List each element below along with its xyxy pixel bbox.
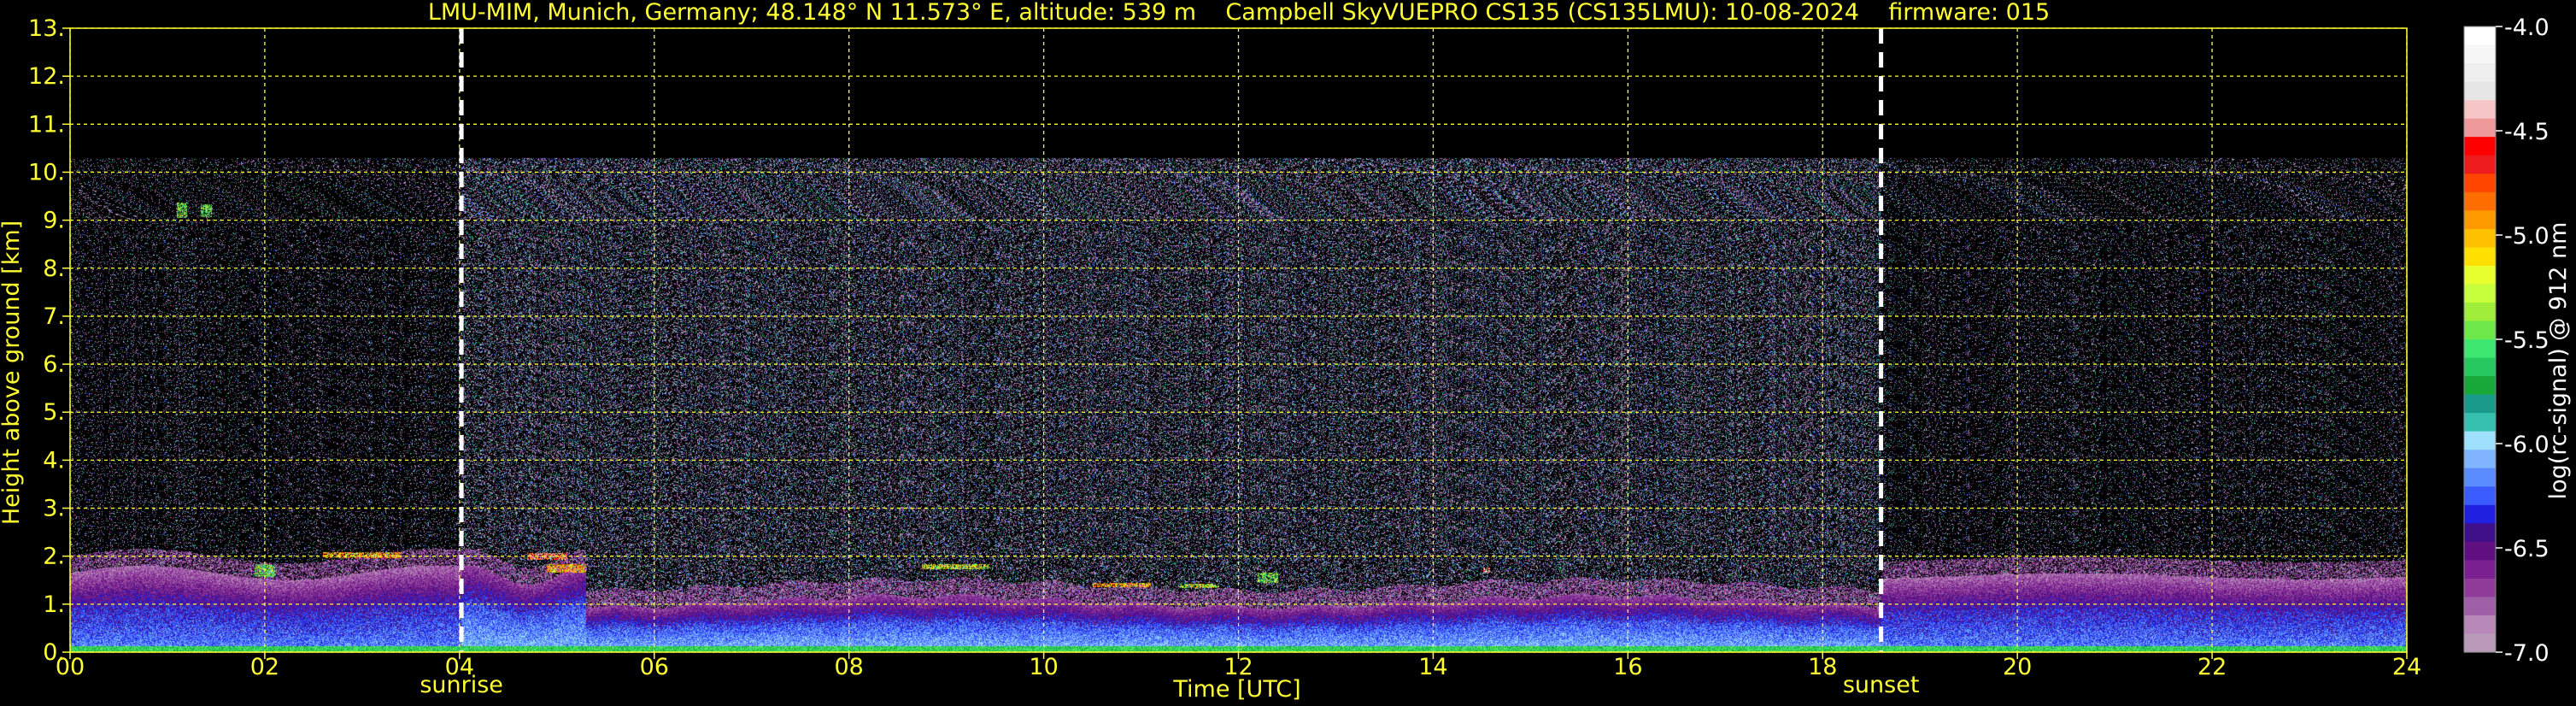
x-tick-label: 18	[1808, 654, 1837, 680]
y-tick-label: 7.	[43, 303, 65, 330]
x-tick-label: 14	[1418, 654, 1447, 680]
x-tick-label: 20	[2003, 654, 2032, 680]
y-tick-label: 4.	[43, 447, 65, 474]
colorbar-tick-label: -6.0	[2504, 432, 2550, 458]
colorbar-segment	[2464, 137, 2496, 156]
colorbar-segment	[2464, 376, 2496, 396]
colorbar-segment	[2464, 560, 2496, 580]
colorbar-segment	[2464, 228, 2496, 248]
colorbar-segment	[2464, 118, 2496, 138]
x-tick-label: 00	[56, 654, 85, 680]
colorbar-segment	[2464, 321, 2496, 340]
y-tick-label: 9.	[43, 208, 65, 234]
colorbar-segment	[2464, 155, 2496, 174]
colorbar-tick-label: -7.0	[2504, 640, 2550, 667]
x-tick-label: 06	[640, 654, 669, 680]
colorbar-segment	[2464, 357, 2496, 377]
colorbar-segment	[2464, 44, 2496, 64]
colorbar-segment	[2464, 394, 2496, 414]
colorbar-segment	[2464, 431, 2496, 450]
colorbar-segment	[2464, 523, 2496, 543]
colorbar-segment	[2464, 81, 2496, 101]
y-tick-label: 1.	[43, 591, 65, 618]
x-axis-label: Time [UTC]	[1172, 676, 1300, 703]
heatmap-image	[70, 28, 2407, 652]
plot-area: sunrise sunset	[69, 27, 2408, 698]
y-tick-label: 5.	[43, 399, 65, 426]
colorbar-segment	[2464, 210, 2496, 230]
y-axis-label: Height above ground [km]	[0, 221, 25, 525]
colorbar-tick-label: -4.5	[2504, 119, 2550, 145]
colorbar-segment	[2464, 615, 2496, 635]
y-tick-label: 10.	[28, 159, 65, 185]
chart-title: LMU-MIM, Munich, Germany; 48.148° N 11.5…	[428, 0, 2050, 26]
x-tick-label: 24	[2392, 654, 2421, 680]
x-tick-label: 08	[834, 654, 863, 680]
y-tick-label: 2.	[43, 544, 65, 570]
colorbar-segment	[2464, 450, 2496, 469]
colorbar-label: log(rc-signal) @ 912 nm	[2545, 222, 2572, 500]
colorbar-segment	[2464, 486, 2496, 506]
sunset-label: sunset	[1843, 672, 1920, 698]
colorbar-segment	[2464, 26, 2496, 46]
y-tick-label: 6.	[43, 351, 65, 378]
colorbar-segment	[2464, 633, 2496, 653]
colorbar-tick-label: -6.5	[2504, 536, 2550, 562]
colorbar-segment	[2464, 191, 2496, 211]
colorbar-segment	[2464, 541, 2496, 561]
y-tick-label: 3.	[43, 496, 65, 522]
x-tick-label: 16	[1613, 654, 1642, 680]
colorbar-segment	[2464, 63, 2496, 83]
colorbar-segment	[2464, 302, 2496, 322]
x-tick-label: 10	[1029, 654, 1058, 680]
x-tick-label: 22	[2198, 654, 2227, 680]
colorbar-segment	[2464, 265, 2496, 285]
colorbar-segment	[2464, 597, 2496, 616]
colorbar-segment	[2464, 339, 2496, 359]
colorbar-segment	[2464, 247, 2496, 267]
colorbar-tick-label: -5.0	[2504, 223, 2550, 250]
y-tick-label: 8.	[43, 256, 65, 282]
colorbar-segment	[2464, 284, 2496, 303]
x-tick-label: 02	[250, 654, 279, 680]
colorbar-segment	[2464, 578, 2496, 598]
colorbar-segment	[2464, 504, 2496, 524]
x-tick-label: 04	[445, 654, 474, 680]
y-tick-label: 11.	[28, 111, 65, 138]
colorbar-tick-label: -4.0	[2504, 15, 2550, 41]
colorbar-tick-label: -5.5	[2504, 327, 2550, 354]
backscatter-heatmap	[70, 28, 2407, 652]
colorbar-segment	[2464, 468, 2496, 487]
colorbar-segment	[2464, 413, 2496, 432]
ceilometer-chart: sunrise sunset 0.1.2.3.4.5.6.7.8.9.10.11.…	[0, 0, 2576, 706]
y-tick-label: 12.	[28, 63, 65, 90]
colorbar-segment	[2464, 174, 2496, 193]
y-tick-label: 13.	[28, 15, 65, 42]
colorbar-segment	[2464, 100, 2496, 120]
